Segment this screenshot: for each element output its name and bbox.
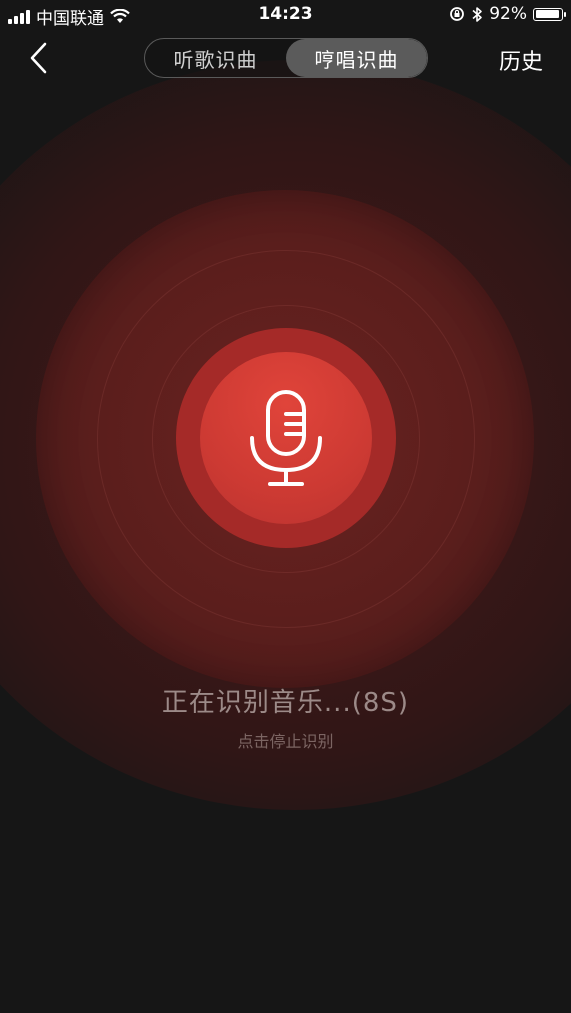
battery-icon	[533, 7, 566, 21]
rotation-lock-icon	[450, 7, 465, 21]
tap-to-stop-hint[interactable]: 点击停止识别	[0, 728, 571, 752]
battery-percent: 92%	[489, 4, 527, 24]
tab-hum-recognize[interactable]: 哼唱识曲	[286, 39, 427, 77]
recognizing-status-text: 正在识别音乐...(8S)	[161, 688, 410, 718]
bluetooth-icon	[472, 6, 483, 22]
tab-listen-recognize[interactable]: 听歌识曲	[145, 39, 286, 77]
recognition-mode-segment: 听歌识曲 哼唱识曲	[144, 38, 428, 78]
battery-level	[535, 10, 559, 18]
screen: 中国联通 14:23 92% 听歌识曲 哼唱识曲 历史 正在识别音乐...(8S…	[0, 0, 571, 1013]
history-button[interactable]: 历史	[499, 44, 543, 76]
status-right: 92%	[449, 4, 566, 24]
stop-recognition-button[interactable]	[200, 352, 372, 524]
chevron-left-icon	[30, 42, 47, 74]
microphone-icon	[250, 390, 322, 486]
status-bar: 中国联通 14:23 92%	[0, 0, 571, 30]
back-button[interactable]	[20, 38, 60, 78]
